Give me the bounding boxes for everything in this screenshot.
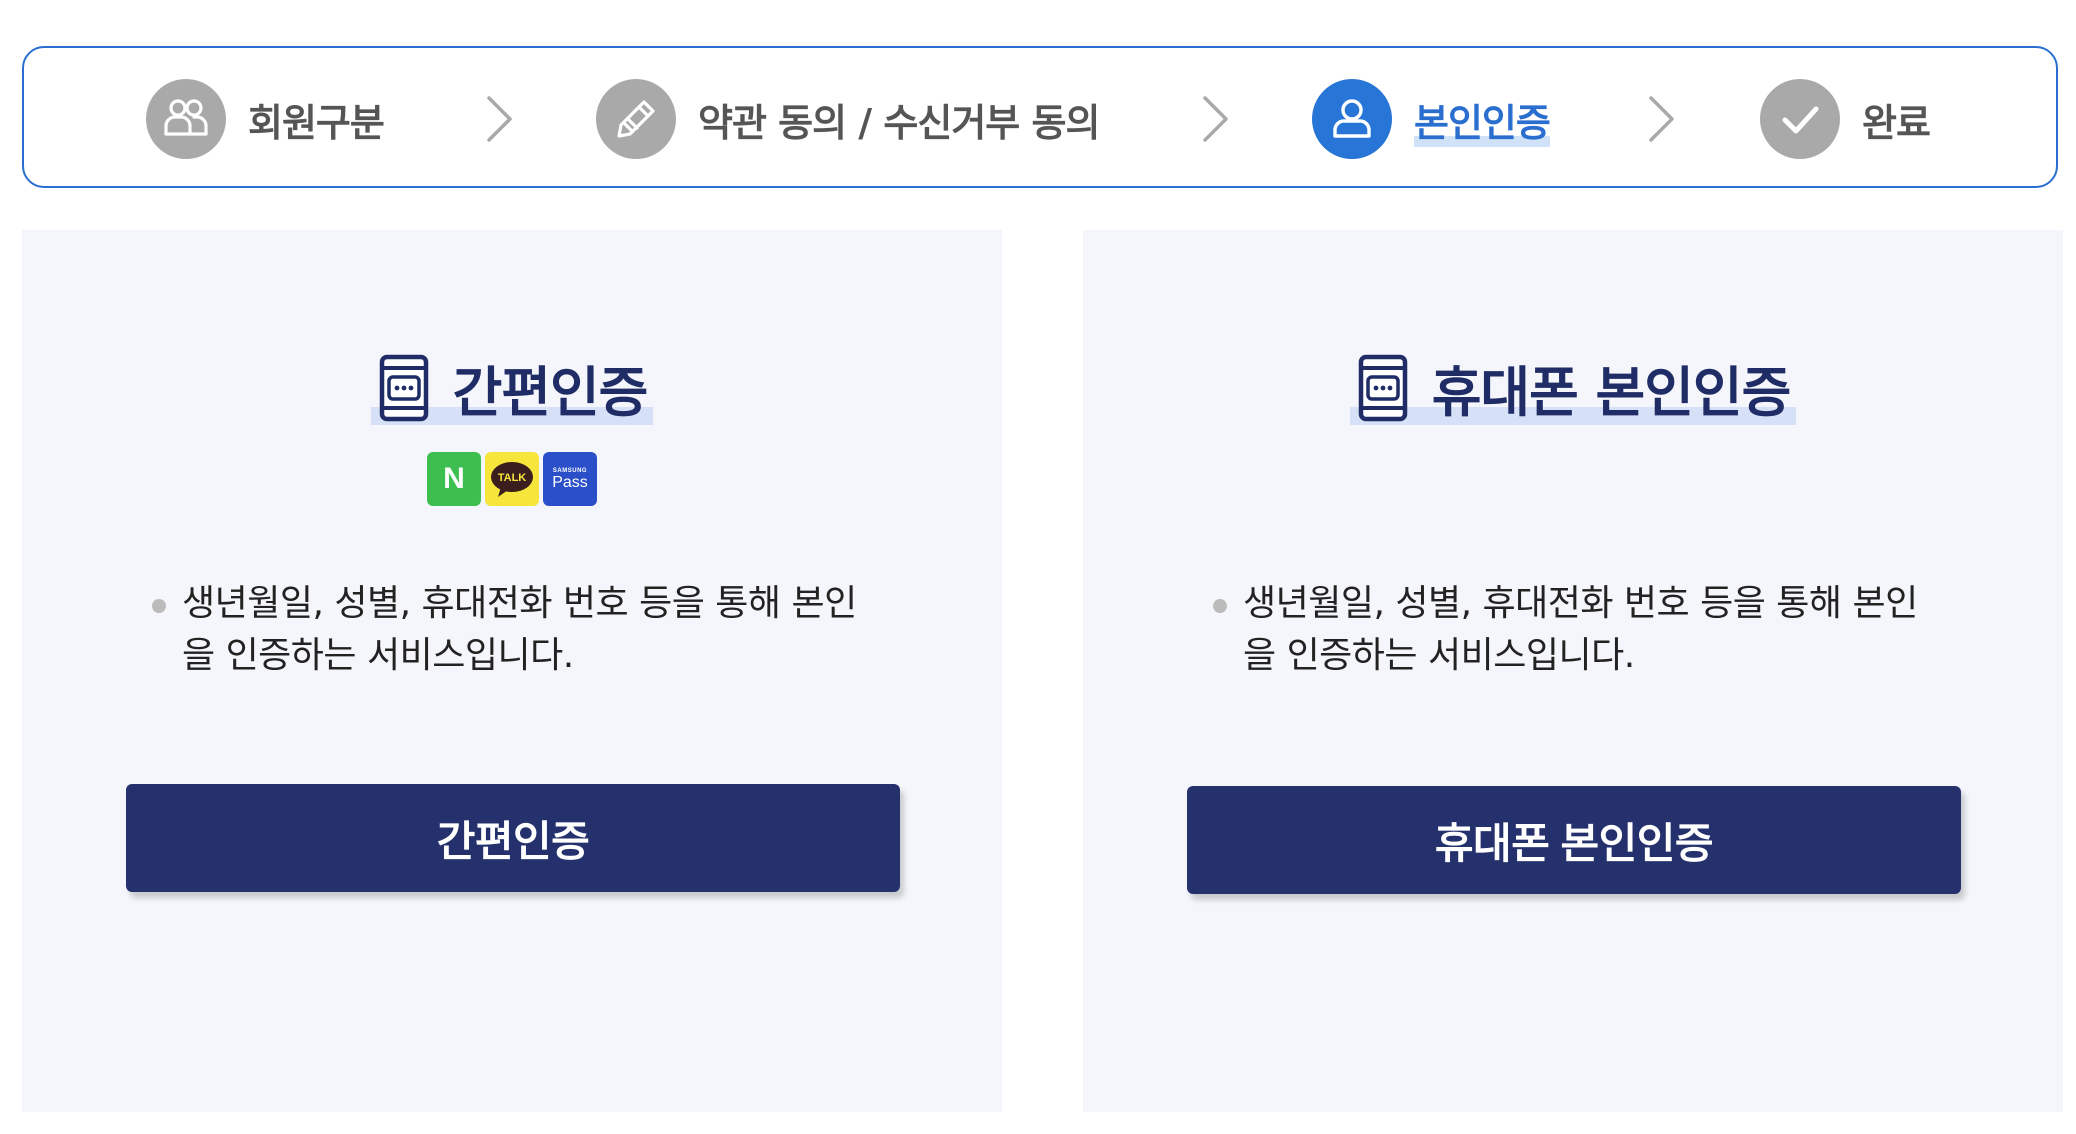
card-title-text: 간편인증	[452, 361, 649, 424]
pencil-icon	[596, 79, 676, 159]
chevron-right-icon	[1649, 96, 1674, 142]
svg-text:TALK: TALK	[498, 472, 527, 484]
step-member-type: 회원구분	[146, 79, 385, 159]
naver-logo: N	[427, 452, 481, 506]
mobile-auth-button[interactable]: 휴대폰 본인인증	[1187, 786, 1961, 894]
card-title: 휴대폰 본인인증	[1349, 348, 1797, 427]
samsung-pass-logo: SAMSUNG Pass	[543, 452, 597, 506]
card-title-text: 휴대폰 본인인증	[1431, 361, 1792, 424]
simple-auth-card: 간편인증 N TALK SAMSUNG Pass 생년월일, 성별, 휴대전화 …	[22, 230, 1002, 1112]
step-label: 회원구분	[248, 100, 385, 145]
bullet	[1213, 599, 1227, 613]
kakao-talk-logo: TALK	[485, 452, 539, 506]
check-icon	[1760, 79, 1840, 159]
bullet	[152, 599, 166, 613]
card-description: 생년월일, 성별, 휴대전화 번호 등을 통해 본인을 인증하는 서비스입니다.	[1213, 578, 1933, 682]
step-complete: 완료	[1760, 79, 1931, 159]
auth-provider-logos: N TALK SAMSUNG Pass	[22, 452, 1002, 506]
card-title: 간편인증	[370, 348, 654, 427]
step-label: 본인인증	[1414, 91, 1551, 147]
step-label: 완료	[1862, 100, 1931, 145]
step-label: 약관 동의 / 수신거부 동의	[698, 100, 1100, 145]
chevron-right-icon	[1203, 96, 1228, 142]
mobile-phone-icon	[379, 354, 428, 421]
members-icon	[146, 79, 226, 159]
step-terms-agreement: 약관 동의 / 수신거부 동의	[596, 79, 1100, 159]
mobile-phone-icon	[1358, 354, 1407, 421]
user-icon	[1312, 79, 1392, 159]
simple-auth-button[interactable]: 간편인증	[126, 784, 900, 892]
step-identity-verification: 본인인증	[1312, 79, 1551, 159]
signup-stepper: 회원구분 약관 동의 / 수신거부 동의 본인인증 완료	[22, 46, 2058, 188]
mobile-auth-card: 휴대폰 본인인증 생년월일, 성별, 휴대전화 번호 등을 통해 본인을 인증하…	[1083, 230, 2063, 1112]
card-description: 생년월일, 성별, 휴대전화 번호 등을 통해 본인을 인증하는 서비스입니다.	[152, 578, 872, 682]
chevron-right-icon	[487, 96, 512, 142]
